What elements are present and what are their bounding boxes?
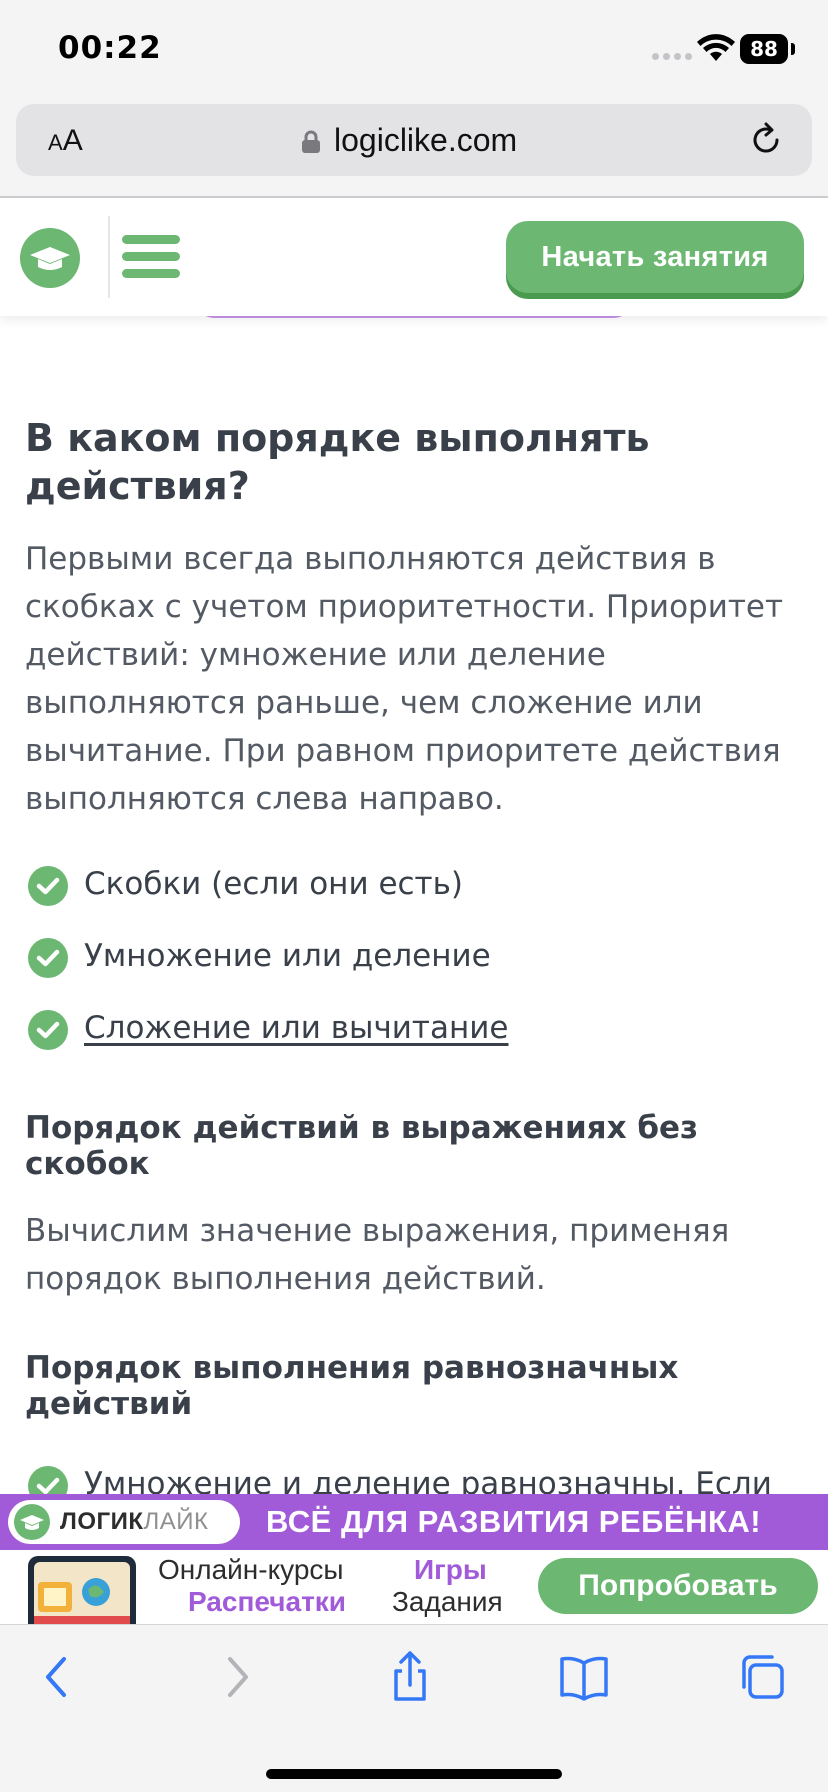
ad-item-tasks: Задания (392, 1586, 503, 1617)
url-domain[interactable]: logiclike.com (334, 122, 517, 159)
bookmarks-icon[interactable] (556, 1649, 612, 1705)
ad-item-courses: Онлайн-курсы (158, 1554, 344, 1585)
ad-logo-text: ЛОГИКЛАЙК (60, 1508, 209, 1535)
list-item-text: Умножение или деление (84, 938, 491, 974)
browser-address-area: AA logiclike.com (0, 100, 828, 198)
hamburger-menu-icon[interactable] (122, 235, 180, 278)
battery-tip (791, 43, 795, 55)
check-circle-icon (28, 1010, 68, 1050)
forward-icon[interactable] (208, 1649, 264, 1705)
order-checklist: Скобки (если они есть) Умножение или дел… (28, 858, 808, 1074)
ad-item-printables: Распечатки (188, 1586, 347, 1617)
addition-subtraction-link[interactable]: Сложение или вычитание (84, 1010, 508, 1046)
browser-toolbar (0, 1624, 828, 1792)
status-time: 00:22 (58, 30, 162, 66)
ad-headline: ВСЁ ДЛЯ РАЗВИТИЯ РЕБЁНКА! (266, 1504, 762, 1539)
ad-logo: ЛОГИКЛАЙК (8, 1500, 240, 1544)
wifi-icon (697, 34, 735, 61)
text-size-button[interactable]: AA (48, 124, 83, 158)
check-circle-icon (28, 938, 68, 978)
check-circle-icon (28, 866, 68, 906)
paragraph-priority: Первыми всегда выполняются действия в ск… (25, 541, 784, 817)
ad-banner-bottom: Онлайн-курсы Распечатки Игры Задания Поп… (0, 1550, 828, 1624)
try-button[interactable]: Попробовать (538, 1558, 818, 1614)
logo-graduation-cap-icon[interactable] (20, 228, 80, 288)
ad-banner-top: ЛОГИКЛАЙК ВСЁ ДЛЯ РАЗВИТИЯ РЕБЁНКА! (0, 1494, 828, 1550)
share-icon[interactable] (382, 1649, 438, 1705)
paragraph-calculate: Вычислим значение выражения, применяя по… (25, 1213, 730, 1297)
subheading-no-brackets: Порядок действий в выражениях без скобок (25, 1110, 699, 1182)
header-divider (108, 216, 110, 298)
site-header: Начать занятия (0, 198, 828, 316)
ad-banner[interactable]: ЛОГИКЛАЙК ВСЁ ДЛЯ РАЗВИТИЯ РЕБЁНКА! Онла… (0, 1494, 828, 1624)
subheading-equal-priority: Порядок выполнения равнозначных действий (25, 1350, 679, 1422)
tabs-icon[interactable] (734, 1649, 790, 1705)
list-item: Умножение или деление (28, 930, 808, 1002)
ad-logo-cap-icon (14, 1504, 50, 1540)
home-indicator[interactable] (266, 1769, 562, 1779)
status-bar: 00:22 88 (0, 0, 828, 100)
list-item-text: Скобки (если они есть) (84, 866, 463, 902)
start-lessons-button[interactable]: Начать занятия (506, 221, 804, 293)
section-heading: В каком порядке выполнять действия? (25, 416, 650, 508)
reload-icon[interactable] (746, 120, 786, 160)
list-item: Скобки (если они есть) (28, 858, 808, 930)
list-item: Умножение и деление равнозначны. Если (28, 1458, 808, 1498)
tablet-illustration (28, 1556, 136, 1624)
list-item: Сложение или вычитание (28, 1002, 808, 1074)
address-bar[interactable]: AA logiclike.com (16, 104, 812, 176)
lock-icon (302, 130, 320, 153)
ad-item-games: Игры (414, 1554, 487, 1585)
back-icon[interactable] (30, 1649, 86, 1705)
signal-dots-icon (652, 53, 692, 60)
battery-icon: 88 (740, 34, 788, 64)
